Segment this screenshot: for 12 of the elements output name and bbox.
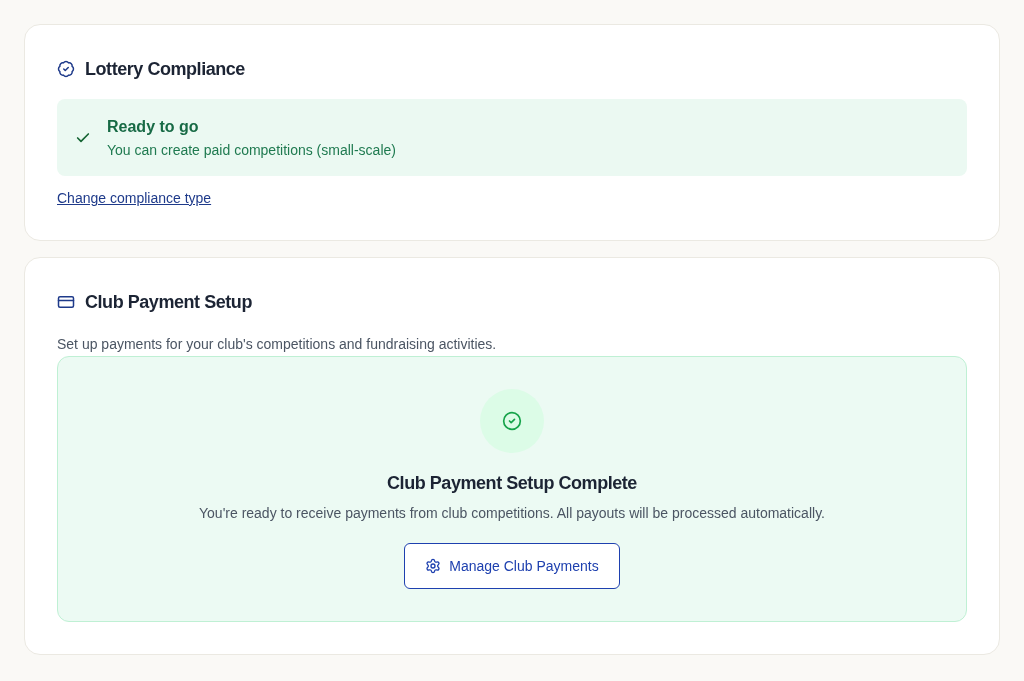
card-title: Club Payment Setup — [85, 291, 252, 314]
panel-message: You're ready to receive payments from club competitions. All payouts will be processed automatically. — [199, 504, 825, 523]
card-title: Lottery Compliance — [85, 58, 245, 81]
panel-title: Club Payment Setup Complete — [387, 472, 637, 495]
badge-check-icon — [57, 60, 75, 78]
status-message: You can create paid competitions (small-scale) — [107, 141, 396, 160]
card-description: Set up payments for your club's competitions and fundraising activities. — [57, 335, 498, 354]
manage-payments-button[interactable]: Manage Club Payments — [404, 543, 620, 589]
change-compliance-link[interactable]: Change compliance type — [57, 188, 212, 208]
status-title: Ready to go — [107, 117, 200, 137]
credit-card-icon — [57, 293, 75, 311]
gear-icon — [425, 558, 442, 574]
